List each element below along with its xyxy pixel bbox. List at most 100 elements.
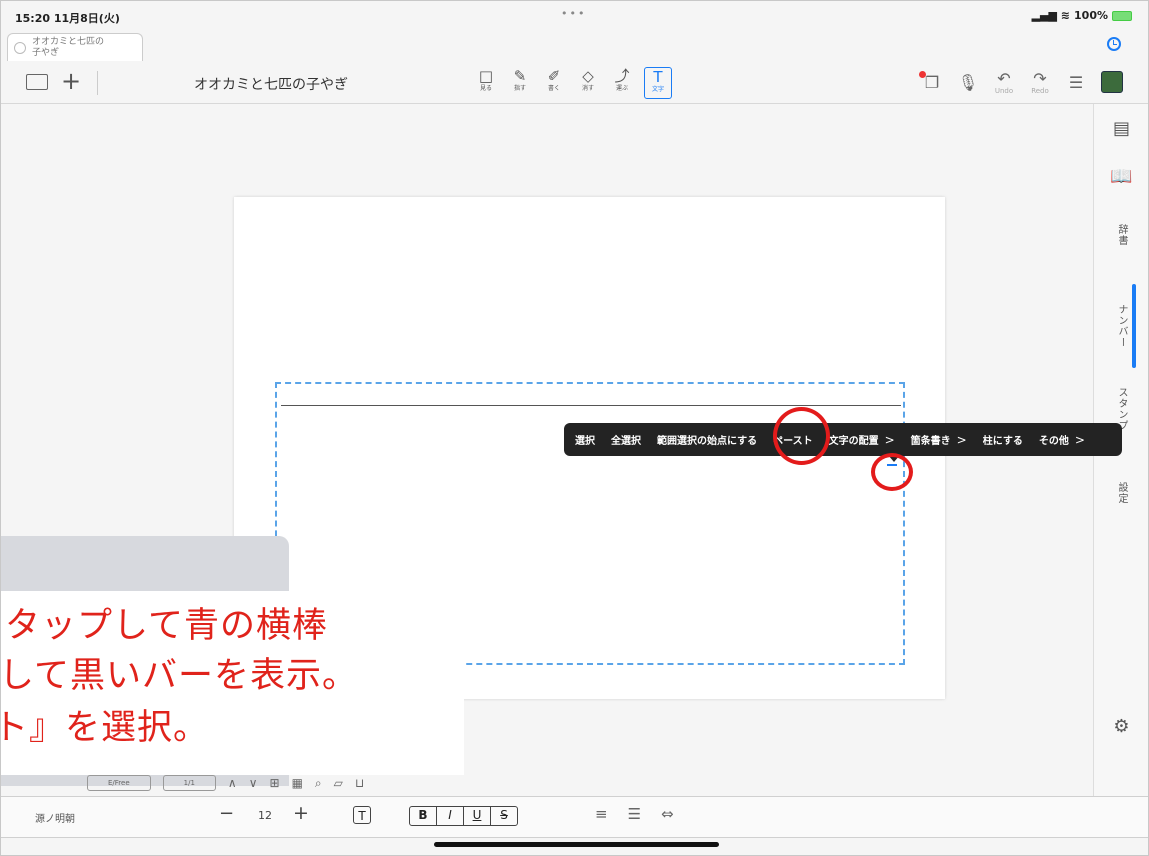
eraser-icon: ◇: [582, 67, 594, 85]
sidebar-book[interactable]: 📖: [1094, 166, 1148, 187]
microphone-button[interactable]: 🎙: [957, 73, 979, 92]
signal-icon: ▂▄▆ ≋: [1031, 9, 1071, 22]
chevron-down-icon[interactable]: ∨: [249, 776, 258, 790]
ctx-header-label: 柱にする: [982, 436, 1023, 447]
document-title: オオカミと七匹の子やぎ: [194, 77, 348, 93]
tool-group: □ 見る ✎ 指す ✐ 書く ◇ 消す ⤴ 運ぶ T 文字: [474, 67, 672, 99]
toolbar-divider: [97, 71, 98, 95]
carry-icon: ⤴: [614, 67, 630, 85]
list-icon[interactable]: ☰: [628, 805, 641, 823]
ctx-other-label: その他: [1038, 436, 1069, 447]
carry-tool[interactable]: ⤴ 運ぶ: [610, 67, 634, 97]
document-tab-title-line1: オオカミと七匹の: [32, 37, 105, 47]
text-style-button[interactable]: T: [353, 806, 371, 824]
view-tool[interactable]: □ 見る: [474, 67, 498, 97]
redo-icon: ↷: [1033, 69, 1047, 88]
context-menu-bar: 選択 全選択 範囲選択の始点にする ペースト 文字の配置 > 箇条書き > 柱にする…: [564, 423, 1122, 456]
chevron-right-icon: >: [956, 432, 967, 447]
font-size-decrease-button[interactable]: −: [219, 803, 234, 824]
document-tab[interactable]: オオカミと七匹の 子やぎ: [7, 33, 143, 61]
write-tool[interactable]: ✐ 書く: [542, 67, 566, 97]
mode-field[interactable]: E/Free: [87, 775, 151, 791]
ctx-range-start[interactable]: 範囲選択の始点にする: [649, 432, 765, 447]
search-icon[interactable]: ⌕: [315, 776, 322, 791]
text-line: [281, 405, 901, 406]
ctx-text-align-label: 文字の配置: [828, 436, 879, 447]
ctx-select-all-label: 全選択: [611, 436, 641, 447]
sidebar-dictionary-label: 辞書: [1116, 224, 1127, 246]
italic-button[interactable]: I: [437, 807, 464, 825]
folder-icon[interactable]: [26, 74, 48, 90]
right-tools: ❐ 🎙 ↶ Undo ↷ Redo ☰: [919, 69, 1123, 95]
clock-icon[interactable]: [1107, 37, 1121, 51]
ctx-other[interactable]: その他 >: [1031, 432, 1093, 448]
font-size-value: 12: [258, 809, 272, 822]
chevron-up-icon[interactable]: ∧: [228, 776, 237, 790]
sidebar-item-number[interactable]: ナンバー: [1094, 304, 1148, 348]
ctx-bullets[interactable]: 箇条書き >: [903, 432, 975, 448]
align-icon[interactable]: ≡: [595, 805, 608, 823]
avatar[interactable]: [1101, 71, 1123, 93]
shape-icon[interactable]: ▱: [334, 776, 343, 790]
strikethrough-button[interactable]: S: [491, 807, 517, 825]
sidebar-number-label: ナンバー: [1116, 304, 1127, 348]
bold-button[interactable]: B: [410, 807, 437, 825]
spacing-icon[interactable]: ⇔: [661, 805, 674, 823]
page-field[interactable]: 1/1: [162, 775, 216, 791]
home-indicator[interactable]: [434, 842, 719, 847]
notification-button[interactable]: ❐: [919, 70, 943, 92]
redo-label: Redo: [1031, 87, 1049, 95]
close-tab-icon[interactable]: [14, 42, 26, 54]
redo-button[interactable]: ↷ Redo: [1029, 69, 1051, 95]
undo-icon: ↶: [997, 69, 1011, 88]
format-bar: 源ノ明朝 − 12 + T B I U S ≡ ☰ ⇔: [1, 796, 1148, 838]
sidebar-item-dictionary[interactable]: 辞書: [1094, 224, 1148, 246]
pencil-icon: ✐: [547, 67, 561, 85]
ctx-select-all[interactable]: 全選択: [603, 432, 649, 447]
status-right: ▂▄▆ ≋ 100%: [1032, 9, 1132, 22]
point-tool-label: 指す: [513, 85, 526, 92]
sidebar-settings-label: 設定: [1116, 482, 1127, 504]
highlight-circle-caret: [871, 453, 913, 491]
erase-tool[interactable]: ◇ 消す: [576, 67, 600, 97]
sidebar-panel-settings[interactable]: ▤: [1094, 118, 1148, 139]
text-decoration-group: B I U S: [409, 806, 518, 826]
undo-label: Undo: [994, 87, 1014, 95]
point-tool[interactable]: ✎ 指す: [508, 67, 532, 97]
notification-badge: [919, 70, 926, 78]
frame-icon[interactable]: ⊔: [355, 776, 364, 790]
status-bar: 15:20 11月8日(火) ••• ▂▄▆ ≋ 100%: [1, 1, 1148, 27]
underline-button[interactable]: U: [464, 807, 491, 825]
chevron-right-icon: >: [884, 432, 895, 447]
view-tool-label: 見る: [479, 85, 492, 92]
toolbox-settings-icon: ⚙: [1113, 716, 1130, 737]
ctx-header[interactable]: 柱にする: [975, 432, 1031, 447]
instruction-annotation: をタップして青の横棒 プして黒いバーを表示。 スト』を選択。: [1, 591, 464, 775]
sidebar-item-settings[interactable]: 設定: [1094, 482, 1148, 504]
alignment-group: ≡ ☰ ⇔: [595, 805, 674, 823]
font-size-increase-button[interactable]: +: [293, 802, 309, 824]
multitask-dots[interactable]: •••: [561, 7, 586, 20]
sidebar-toolbox[interactable]: ⚙: [1094, 716, 1148, 737]
app-frame: 15:20 11月8日(火) ••• ▂▄▆ ≋ 100% オオカミと七匹の 子…: [0, 0, 1149, 856]
microphone-icon: 🎙: [957, 72, 979, 92]
keyboard-icon[interactable]: ▦: [292, 776, 303, 790]
chevron-right-icon: >: [1074, 432, 1085, 447]
font-selector[interactable]: 源ノ明朝: [35, 810, 75, 825]
carry-tool-label: 運ぶ: [615, 85, 628, 92]
ctx-text-align[interactable]: 文字の配置 >: [821, 432, 903, 448]
annotation-line-1: をタップして青の横棒: [1, 606, 328, 646]
text-tool[interactable]: T 文字: [644, 67, 672, 99]
annotation-line-3: スト』を選択。: [1, 708, 210, 748]
battery-percent: 100%: [1074, 9, 1108, 22]
undo-button[interactable]: ↶ Undo: [993, 69, 1015, 95]
menu-button[interactable]: ☰: [1065, 73, 1087, 92]
add-icon[interactable]: +: [61, 67, 81, 95]
battery-icon: [1112, 10, 1132, 21]
ctx-select[interactable]: 選択: [567, 432, 603, 447]
write-tool-label: 書く: [547, 85, 560, 92]
hamburger-menu-icon: ☰: [1068, 72, 1084, 92]
add-box-icon[interactable]: ⊞: [270, 776, 280, 790]
text-tool-label: 文字: [651, 86, 664, 93]
lower-toolbar: E/Free 1/1 ∧ ∨ ⊞ ▦ ⌕ ▱ ⊔: [87, 775, 364, 791]
